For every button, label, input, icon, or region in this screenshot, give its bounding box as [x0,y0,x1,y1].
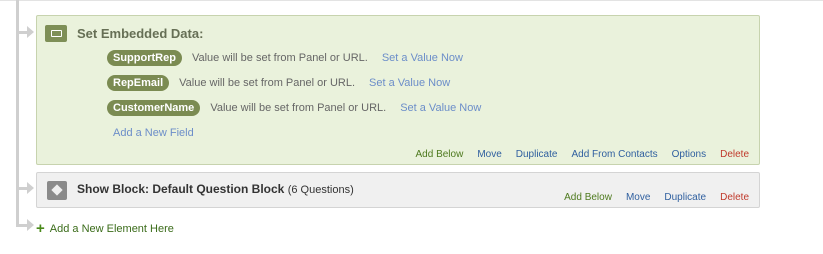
question-count: (6 Questions) [287,184,354,196]
block-cube-icon [47,181,67,200]
field-description: Value will be set from Panel or URL. [179,77,356,89]
embedded-data-actions: Add Below Move Duplicate Add From Contac… [402,149,750,160]
move-link[interactable]: Move [477,149,501,160]
embedded-field-row: CustomerName Value will be set from Pane… [107,100,481,116]
flow-arrow-icon [27,26,34,38]
embedded-data-title: Set Embedded Data: [77,26,204,41]
field-name-pill[interactable]: SupportRep [107,50,182,66]
plus-icon: + [36,220,45,237]
show-block-actions: Add Below Move Duplicate Delete [550,192,749,203]
move-link[interactable]: Move [626,192,650,203]
field-description: Value will be set from Panel or URL. [210,102,387,114]
show-block-title: Show Block: Default Question Block (6 Qu… [77,182,354,196]
show-block-name: Show Block: Default Question Block [77,182,285,196]
embedded-field-row: SupportRep Value will be set from Panel … [107,50,463,66]
add-below-link[interactable]: Add Below [564,192,612,203]
field-description: Value will be set from Panel or URL. [191,52,368,64]
add-new-field-link[interactable]: Add a New Field [113,127,194,139]
field-name-pill[interactable]: CustomerName [107,100,201,116]
set-value-link[interactable]: Set a Value Now [382,52,463,64]
set-value-link[interactable]: Set a Value Now [369,77,450,89]
duplicate-link[interactable]: Duplicate [664,192,706,203]
embedded-data-icon [45,25,67,42]
delete-link[interactable]: Delete [720,192,749,203]
add-new-element-label: Add a New Element Here [49,223,174,235]
add-from-contacts-link[interactable]: Add From Contacts [571,149,657,160]
embedded-field-row: RepEmail Value will be set from Panel or… [107,75,450,91]
options-link[interactable]: Options [672,149,706,160]
show-block-element[interactable]: Show Block: Default Question Block (6 Qu… [36,172,760,208]
delete-link[interactable]: Delete [720,149,749,160]
flow-arrow-icon [27,182,34,194]
set-value-link[interactable]: Set a Value Now [400,102,481,114]
duplicate-link[interactable]: Duplicate [516,149,558,160]
top-divider [0,0,823,1]
add-new-element-button[interactable]: + Add a New Element Here [36,220,174,237]
field-name-pill[interactable]: RepEmail [107,75,170,91]
flow-arrow-icon [27,219,34,231]
add-below-link[interactable]: Add Below [416,149,464,160]
embedded-data-element[interactable]: Set Embedded Data: SupportRep Value will… [36,15,760,165]
